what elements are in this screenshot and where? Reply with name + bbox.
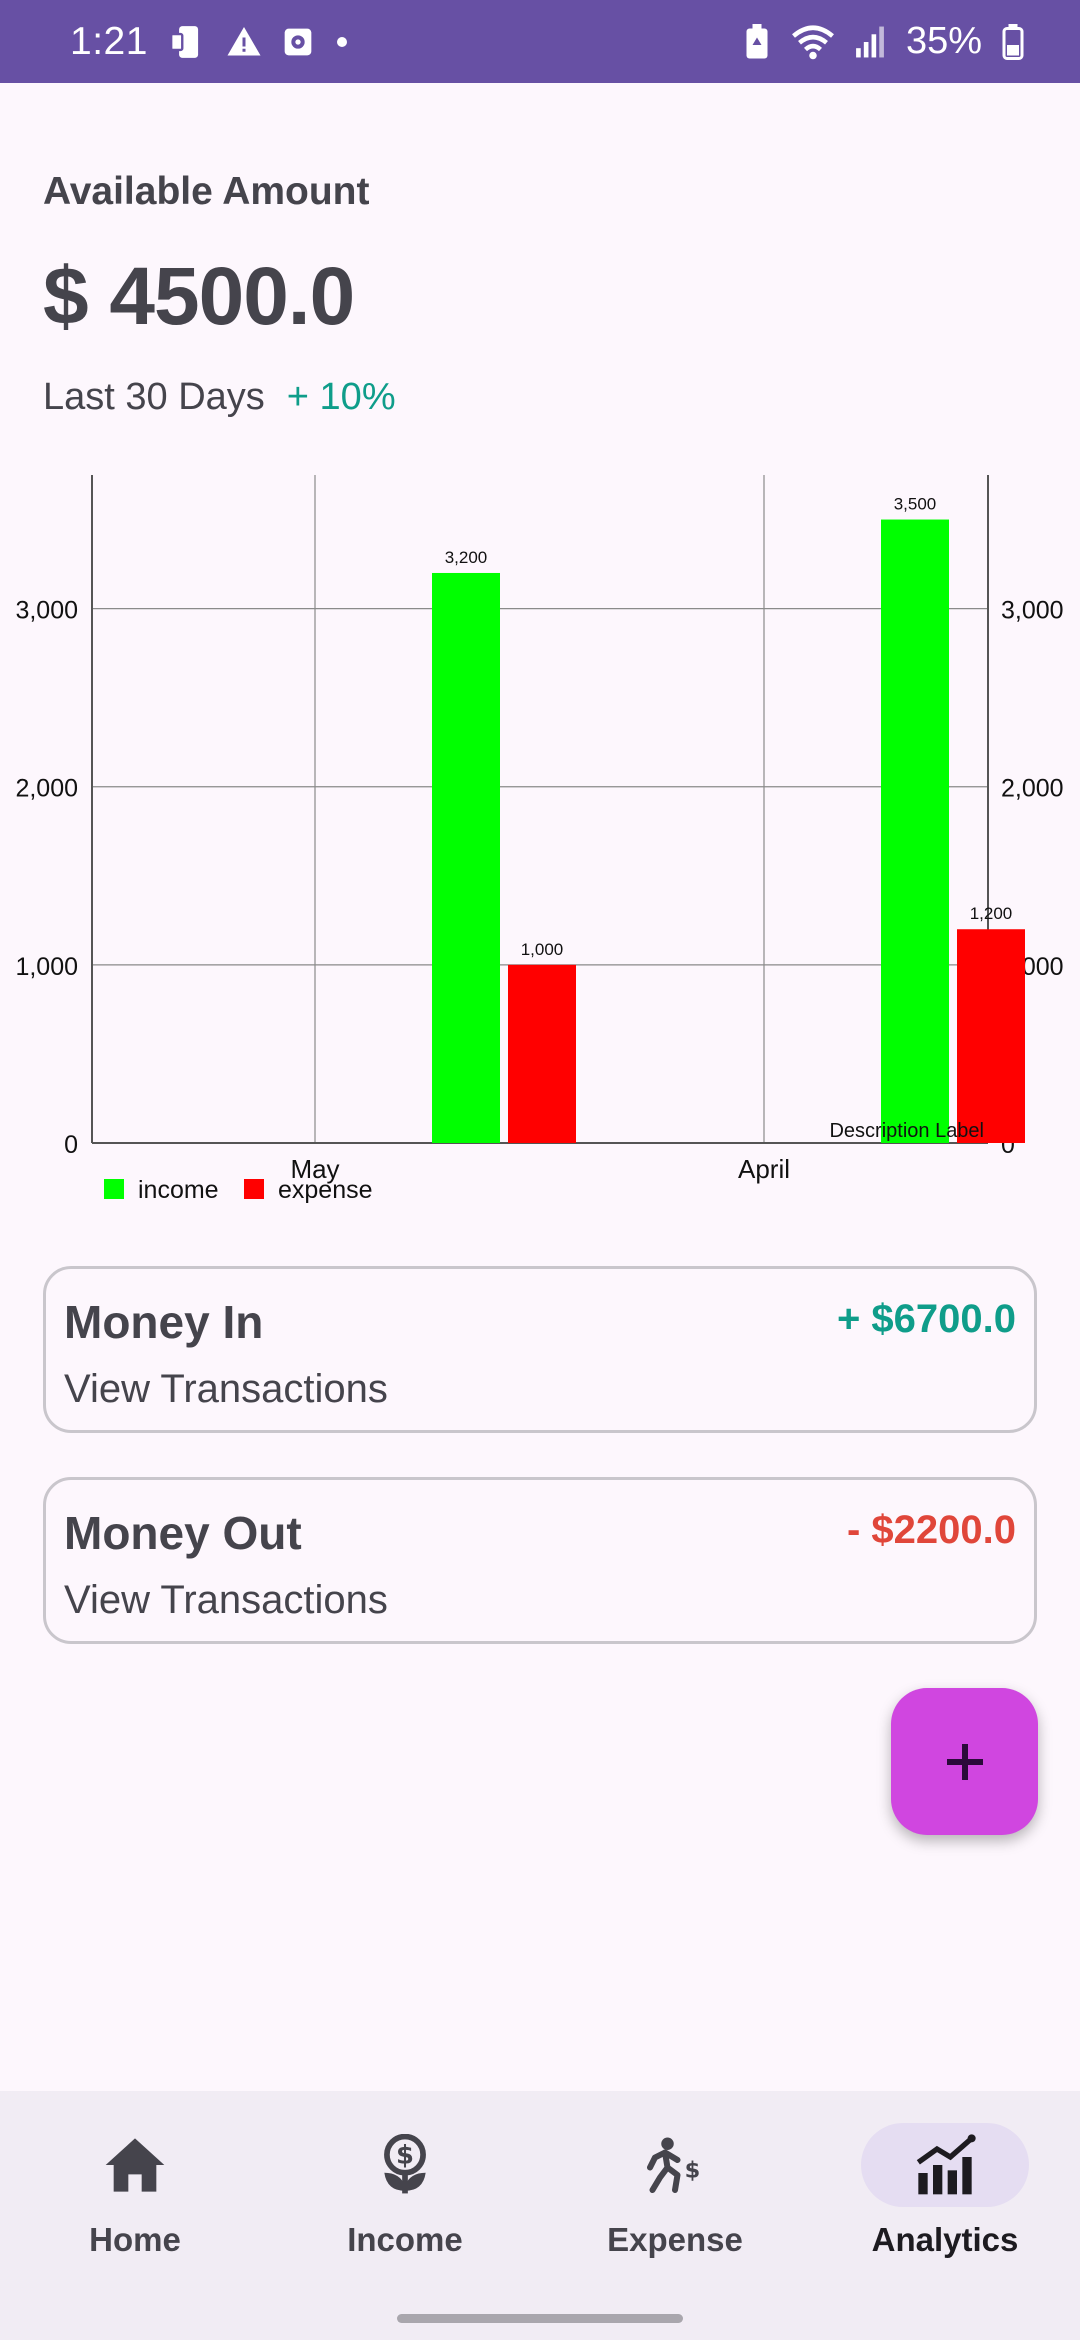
status-bar: 1:21 35% bbox=[0, 0, 1080, 83]
y-tick-label-left: 1,000 bbox=[15, 953, 78, 981]
home-icon bbox=[105, 2138, 165, 2192]
home-gesture-handle bbox=[397, 2314, 683, 2323]
nav-expense-label: Expense bbox=[607, 2221, 743, 2258]
chart-svg: 0 01,000 1,0002,000 2,0003,000 3,000May April… bbox=[15, 475, 1064, 1204]
bar-income bbox=[432, 572, 500, 1143]
bar-value-label: 1,200 bbox=[970, 904, 1013, 923]
device-storage-icon bbox=[168, 23, 206, 61]
warning-icon bbox=[226, 24, 262, 60]
y-tick-label-left: 2,000 bbox=[15, 775, 78, 803]
add-transaction-button[interactable] bbox=[891, 1688, 1038, 1835]
wifi-icon bbox=[791, 24, 834, 60]
bar-expense bbox=[508, 964, 576, 1143]
y-tick-label-left: 0 bbox=[64, 1131, 78, 1159]
money-out-view-transactions[interactable]: View Transactions bbox=[64, 1578, 388, 1623]
y-tick-label-right: 3,000 bbox=[1001, 597, 1064, 625]
bottom-navigation: Home $ Income $ Expense Analytics bbox=[0, 2091, 1080, 2340]
bar-value-label: 3,200 bbox=[445, 548, 488, 567]
bar-expense bbox=[957, 929, 1025, 1143]
chart-description-label: Description Label bbox=[829, 1120, 984, 1142]
legend-label-expense: expense bbox=[278, 1176, 373, 1204]
income-icon: $ bbox=[384, 2134, 426, 2194]
analytics-icon bbox=[916, 2134, 976, 2195]
period-change: + 10% bbox=[286, 376, 396, 418]
battery-saver-icon bbox=[742, 23, 772, 60]
svg-text:$: $ bbox=[396, 2141, 414, 2171]
x-tick-label: April bbox=[738, 1154, 790, 1184]
money-in-card[interactable]: Money In + $6700.0 View Transactions bbox=[43, 1266, 1037, 1433]
nav-home-label: Home bbox=[89, 2221, 181, 2258]
nav-income[interactable]: $ Income bbox=[270, 2091, 540, 2291]
app-notification-icon bbox=[282, 26, 314, 58]
nav-analytics[interactable]: Analytics bbox=[810, 2091, 1080, 2291]
nav-analytics-label: Analytics bbox=[871, 2221, 1019, 2258]
nav-expense[interactable]: $ Expense bbox=[540, 2091, 810, 2291]
y-tick-label-left: 3,000 bbox=[15, 597, 78, 625]
nav-income-label: Income bbox=[347, 2221, 463, 2258]
nav-expense-pill: $ bbox=[591, 2123, 759, 2207]
bar-income bbox=[881, 519, 949, 1143]
money-in-amount: + $6700.0 bbox=[836, 1297, 1016, 1341]
battery-icon bbox=[1002, 23, 1024, 60]
legend-swatch-income bbox=[104, 1179, 124, 1199]
plus-icon bbox=[946, 1743, 983, 1780]
status-time: 1:21 bbox=[70, 19, 148, 63]
signal-icon bbox=[854, 25, 886, 59]
period-row: Last 30 Days + 10% bbox=[43, 376, 396, 419]
svg-text:$: $ bbox=[685, 2158, 701, 2184]
available-amount-title: Available Amount bbox=[43, 170, 370, 213]
available-amount-value: $ 4500.0 bbox=[43, 251, 355, 342]
battery-percent: 35% bbox=[905, 20, 982, 62]
dot-icon bbox=[334, 34, 350, 50]
money-out-title: Money Out bbox=[64, 1507, 302, 1559]
nav-home[interactable]: Home bbox=[0, 2091, 270, 2291]
legend-label-income: income bbox=[138, 1176, 219, 1204]
legend-swatch-expense bbox=[244, 1179, 264, 1199]
money-out-card[interactable]: Money Out - $2200.0 View Transactions bbox=[43, 1477, 1037, 1644]
nav-analytics-pill bbox=[861, 2123, 1029, 2207]
nav-home-pill bbox=[51, 2123, 219, 2207]
money-in-title: Money In bbox=[64, 1296, 264, 1348]
expense-icon: $ bbox=[647, 2137, 701, 2193]
nav-income-pill: $ bbox=[321, 2123, 489, 2207]
money-in-view-transactions[interactable]: View Transactions bbox=[64, 1367, 388, 1412]
bar-chart: 0 0 1,000 1,000 2,000 2,000 3,000 3,000 May April… bbox=[0, 460, 1080, 1220]
y-tick-label-right: 2,000 bbox=[1001, 775, 1064, 803]
bar-value-label: 3,500 bbox=[894, 495, 937, 514]
bar-value-label: 1,000 bbox=[521, 940, 564, 959]
money-out-amount: - $2200.0 bbox=[846, 1508, 1016, 1552]
period-label: Last 30 Days bbox=[43, 376, 265, 418]
